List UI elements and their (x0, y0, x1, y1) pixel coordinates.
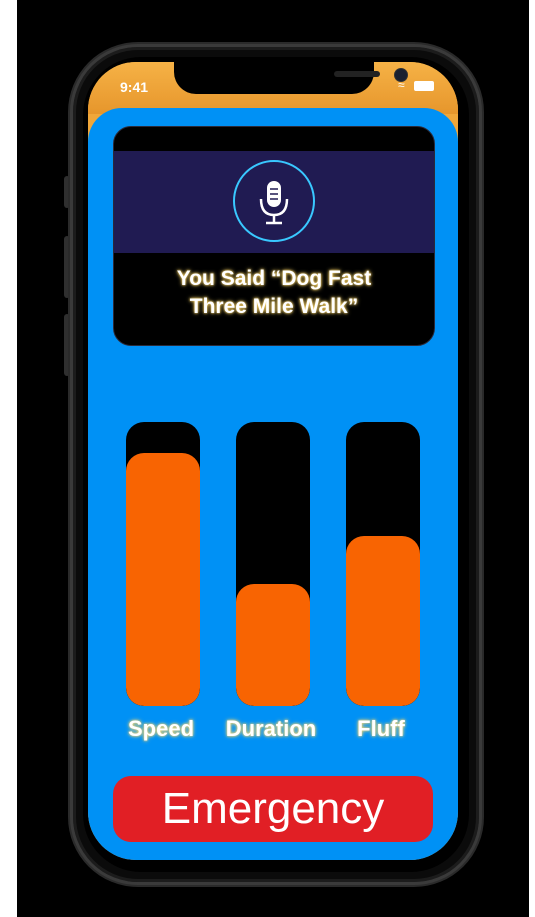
voice-waveform (114, 151, 434, 253)
voice-input-card[interactable]: You Said “Dog Fast Three Mile Walk” (113, 126, 435, 346)
earpiece-speaker (334, 71, 380, 77)
status-time: 9:41 (120, 79, 149, 95)
app-container: You Said “Dog Fast Three Mile Walk” Spee… (88, 108, 458, 860)
speed-meter[interactable] (126, 422, 200, 706)
notch (174, 62, 408, 94)
duration-meter[interactable] (236, 422, 310, 706)
fluff-meter[interactable] (346, 422, 420, 706)
emergency-button[interactable]: Emergency (113, 776, 433, 842)
phone-screen: 9:41 ≈ You Said “Dog Fast Three Mile Wal… (88, 62, 458, 860)
transcript-text: You Said “Dog Fast Three Mile Walk” (114, 265, 434, 321)
status-bar: 9:41 ≈ (88, 62, 458, 114)
fluff-label: Fluff (357, 716, 405, 741)
meter-group (126, 422, 420, 706)
wifi-icon: ≈ (398, 78, 405, 92)
transcript-line-2: Three Mile Walk” (189, 295, 359, 318)
fluff-meter-fill (346, 535, 420, 706)
battery-icon (414, 81, 434, 91)
duration-label: Duration (225, 716, 317, 741)
speed-meter-fill (126, 453, 200, 706)
speed-label: Speed (127, 716, 195, 741)
system-icons: ≈ (398, 78, 438, 92)
duration-meter-fill (236, 583, 310, 706)
transcript-line-1: You Said “Dog Fast (176, 267, 372, 290)
